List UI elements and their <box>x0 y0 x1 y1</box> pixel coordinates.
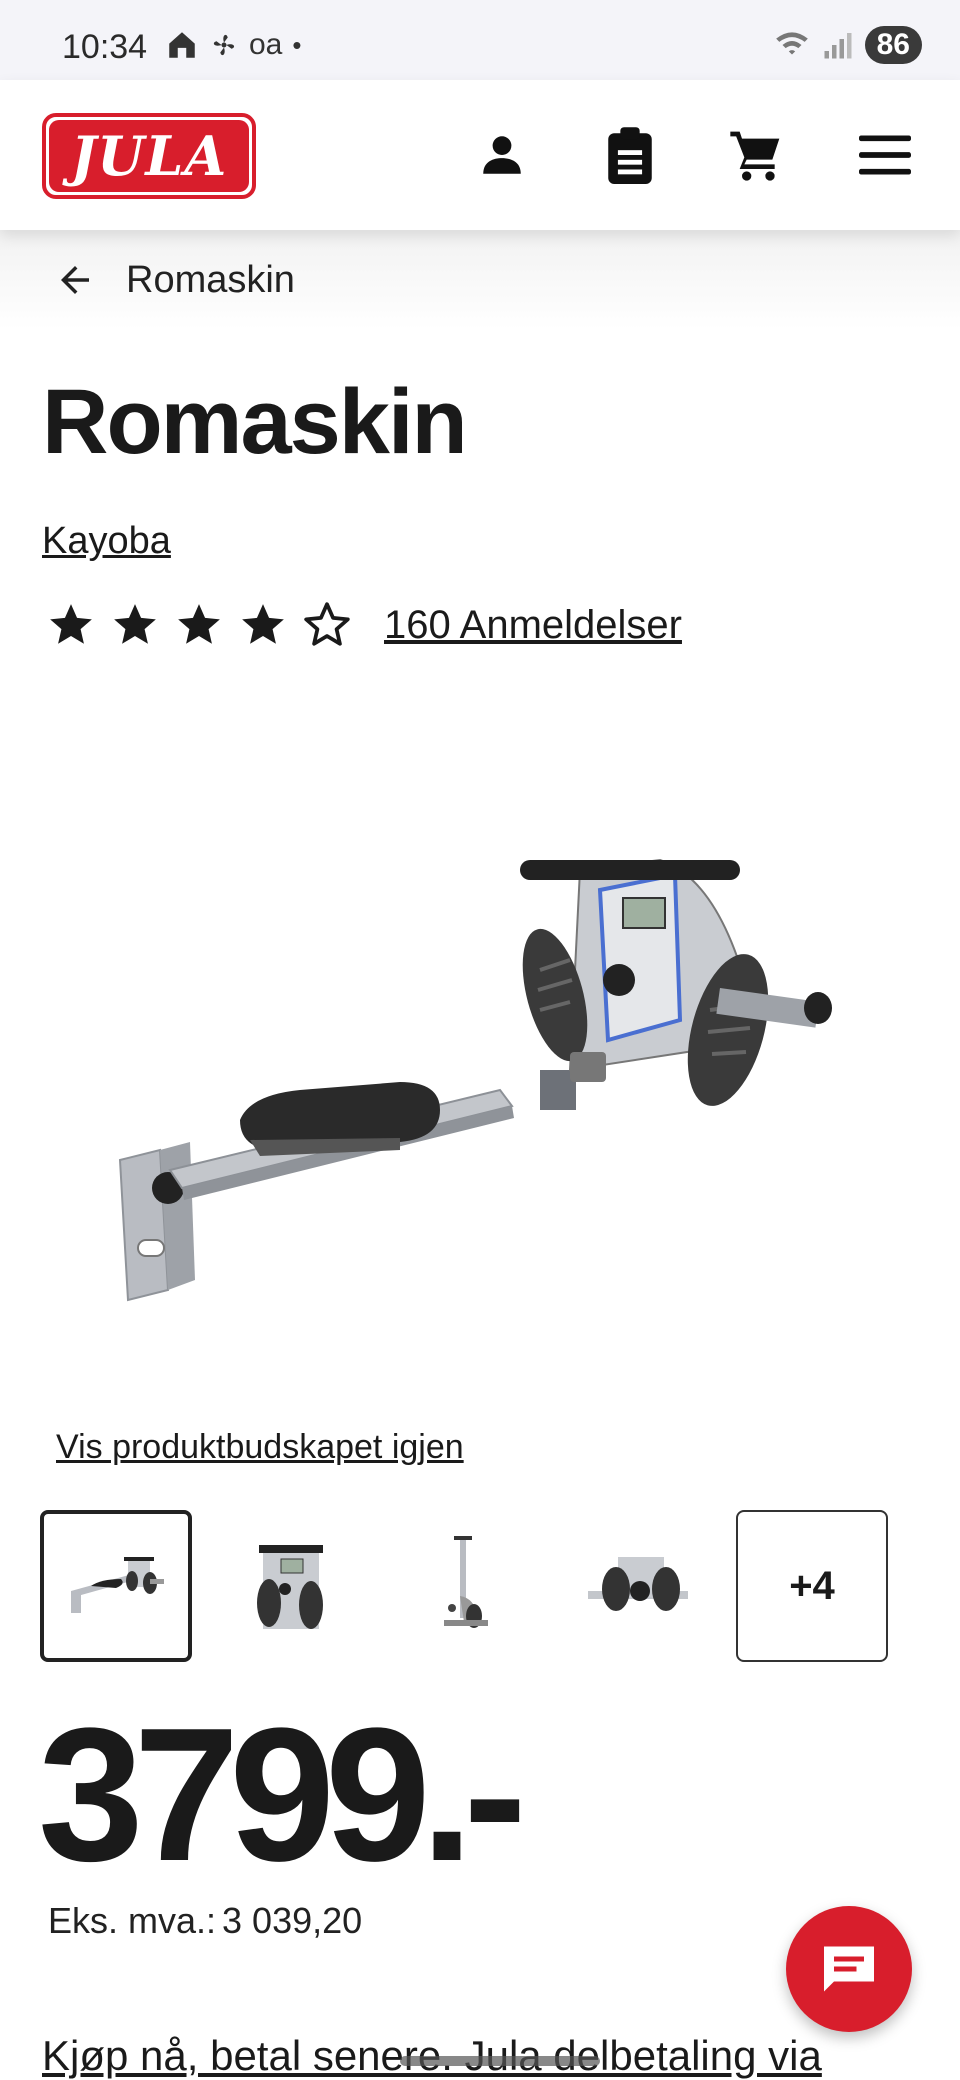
reviews-link[interactable]: 160 Anmeldelser <box>384 603 682 648</box>
vat-price: Eks. mva.: 3 039,20 <box>42 1900 362 1942</box>
price: 3799.- <box>38 1689 527 1901</box>
home-indicator[interactable] <box>400 2056 600 2066</box>
thumbnail-4[interactable] <box>562 1510 714 1662</box>
breadcrumb: Romaskin <box>0 230 960 330</box>
chat-icon <box>824 1946 874 1992</box>
back-arrow-icon[interactable] <box>50 255 100 305</box>
rating-row: 160 Anmeldelser <box>46 600 682 650</box>
brand-link[interactable]: Kayoba <box>42 520 171 563</box>
thumbnail-2[interactable] <box>214 1510 366 1662</box>
fan-icon <box>213 34 235 56</box>
breadcrumb-label[interactable]: Romaskin <box>126 259 295 302</box>
wifi-icon <box>775 32 808 55</box>
cart-icon[interactable] <box>726 125 786 185</box>
thumbnail-1[interactable] <box>40 1510 192 1662</box>
star-full-icon <box>242 604 284 644</box>
star-full-icon <box>114 604 156 644</box>
user-icon[interactable] <box>472 125 532 185</box>
rating-stars <box>46 600 352 650</box>
notification-text: oa <box>249 28 283 61</box>
vat-label: Eks. mva.: <box>48 1900 217 1941</box>
status-time: 10:34 <box>62 28 148 66</box>
status-notification-icons: oa • <box>165 28 301 62</box>
more-images-button[interactable]: +4 <box>736 1510 888 1662</box>
vat-value: 3 039,20 <box>222 1900 363 1941</box>
dot-icon: • <box>292 29 302 60</box>
star-half-icon <box>304 602 350 646</box>
thumbnail-3[interactable] <box>388 1510 540 1662</box>
status-bar: 10:34 oa • 86 <box>0 0 960 80</box>
logo-text: JULA <box>49 120 249 192</box>
signal-icon <box>824 33 852 59</box>
clipboard-icon[interactable] <box>600 125 660 185</box>
product-image[interactable] <box>100 820 860 1340</box>
star-full-icon <box>50 604 92 644</box>
status-right: 86 <box>773 26 922 64</box>
show-product-message-link[interactable]: Vis produktbudskapet igjen <box>56 1428 464 1467</box>
chat-button[interactable] <box>786 1906 912 2032</box>
menu-icon[interactable] <box>855 125 915 185</box>
thumbnail-strip: +4 <box>40 1510 888 1662</box>
star-full-icon <box>178 604 220 644</box>
site-header: JULA <box>0 80 960 230</box>
product-title: Romaskin <box>42 371 468 473</box>
jula-logo[interactable]: JULA <box>42 113 256 199</box>
home-icon <box>169 32 195 58</box>
battery-indicator: 86 <box>864 26 922 64</box>
